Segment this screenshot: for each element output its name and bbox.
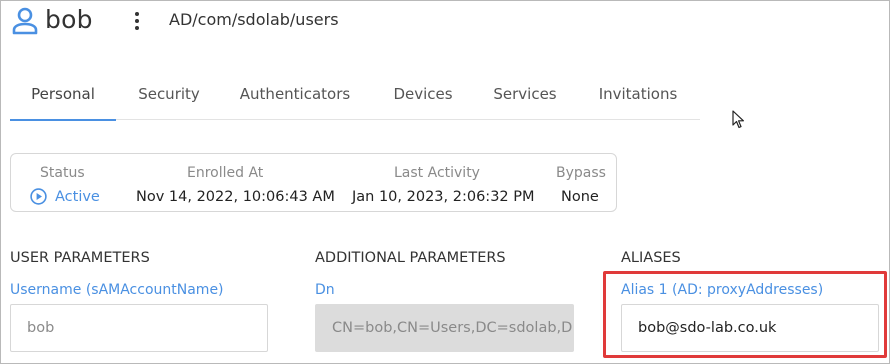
tab-services[interactable]: Services [490, 77, 560, 119]
status-label: Status [40, 165, 85, 181]
username-label: Username (sAMAccountName) [10, 282, 224, 298]
enrolled-at-label: Enrolled At [187, 165, 264, 181]
enrolled-at-value: Nov 14, 2022, 10:06:43 AM [136, 189, 335, 205]
alias-1-label: Alias 1 (AD: proxyAddresses) [621, 282, 824, 298]
mouse-pointer-icon [732, 110, 744, 129]
tab-bar: Personal Security Authenticators Devices… [10, 77, 700, 121]
last-activity-label: Last Activity [394, 165, 480, 181]
username-field[interactable]: bob [10, 304, 268, 352]
play-circle-icon [30, 188, 47, 205]
tab-devices[interactable]: Devices [384, 77, 462, 119]
page-frame: bob AD/com/sdolab/users Personal Securit… [0, 0, 890, 364]
dn-label: Dn [315, 282, 335, 298]
aliases-title: ALIASES [621, 250, 681, 266]
tab-personal[interactable]: Personal [10, 77, 116, 121]
alias-1-field[interactable]: bob@sdo-lab.co.uk [621, 304, 879, 352]
last-activity-value: Jan 10, 2023, 2:06:32 PM [352, 189, 535, 205]
bypass-value: None [561, 189, 599, 205]
additional-parameters-title: ADDITIONAL PARAMETERS [315, 250, 506, 266]
dn-field: CN=bob,CN=Users,DC=sdolab,DC= [315, 304, 574, 352]
kebab-menu-icon[interactable] [129, 11, 145, 33]
tab-security[interactable]: Security [128, 77, 210, 119]
user-name-title: bob [45, 5, 93, 34]
status-active-link[interactable]: Active [30, 188, 100, 205]
tab-invitations[interactable]: Invitations [592, 77, 684, 119]
bypass-label: Bypass [556, 165, 606, 181]
user-path-breadcrumb: AD/com/sdolab/users [169, 10, 339, 29]
user-parameters-title: USER PARAMETERS [10, 250, 150, 266]
tab-authenticators[interactable]: Authenticators [236, 77, 354, 119]
status-value: Active [55, 188, 100, 205]
user-icon [12, 7, 38, 35]
status-card: Status Active Enrolled At Nov 14, 2022, … [10, 153, 617, 212]
